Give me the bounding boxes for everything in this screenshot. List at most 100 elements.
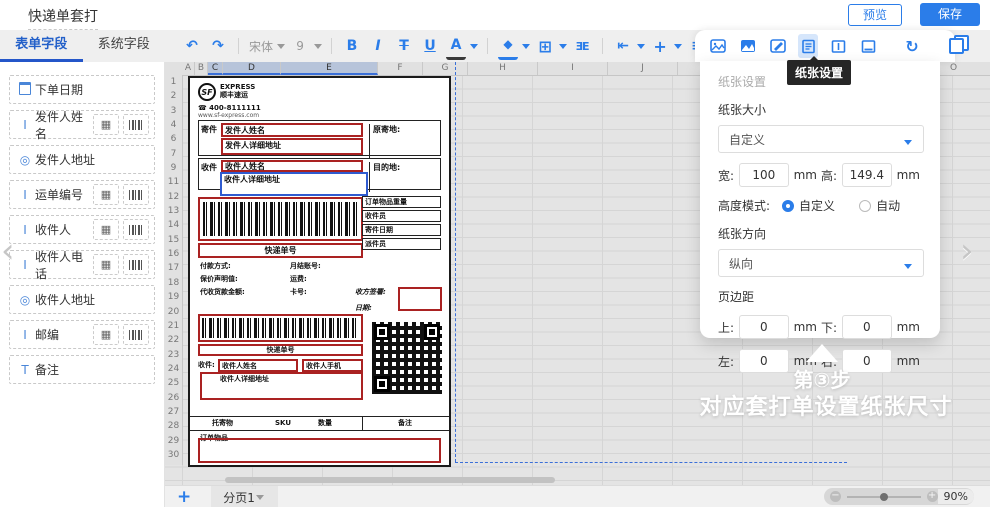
- chevron-down-icon[interactable]: [522, 44, 530, 53]
- receiver-name-field[interactable]: 收件人姓名: [221, 160, 363, 172]
- expand-panel-chevron[interactable]: ›: [960, 236, 974, 266]
- receiver-phone-field[interactable]: 收件人手机: [302, 359, 363, 372]
- qr-button[interactable]: ▦: [93, 114, 119, 135]
- column-header[interactable]: B: [195, 62, 208, 75]
- chevron-down-icon[interactable]: [470, 44, 478, 53]
- date-field[interactable]: [398, 287, 442, 311]
- page-tab[interactable]: 分页1: [211, 486, 278, 507]
- page-title[interactable]: 快递单套打: [28, 6, 98, 30]
- split-vertical-icon[interactable]: [828, 34, 848, 58]
- column-header[interactable]: F: [378, 62, 423, 75]
- align-icon[interactable]: ⇤: [613, 34, 633, 58]
- row-number[interactable]: 22: [165, 333, 182, 347]
- bold-icon[interactable]: B: [342, 34, 362, 58]
- row-number[interactable]: 19: [165, 290, 182, 304]
- sender-address-field[interactable]: 发件人详细地址: [221, 138, 363, 155]
- insert-icon[interactable]: +: [650, 34, 670, 58]
- row-number[interactable]: 23: [165, 348, 182, 362]
- barcode-button[interactable]: [123, 114, 149, 135]
- sidebar-item-sender-name[interactable]: I 发件人姓名 ▦: [9, 110, 155, 139]
- column-header[interactable]: G: [423, 62, 468, 75]
- row-number[interactable]: 18: [165, 276, 182, 290]
- barcode-button[interactable]: [123, 184, 149, 205]
- row-number[interactable]: 28: [165, 419, 182, 433]
- copy-icon[interactable]: [946, 34, 966, 58]
- refresh-icon[interactable]: ↻: [902, 34, 922, 58]
- qr-button[interactable]: ▦: [93, 219, 119, 240]
- row-number[interactable]: 21: [165, 319, 182, 333]
- chevron-down-icon[interactable]: [904, 264, 912, 273]
- order-items-field[interactable]: [198, 438, 441, 463]
- sidebar-item-sender-address[interactable]: ◎ 发件人地址: [9, 145, 155, 174]
- row-number[interactable]: 17: [165, 261, 182, 275]
- qr-code[interactable]: [372, 322, 442, 394]
- barcode-button[interactable]: [123, 324, 149, 345]
- row-number[interactable]: 13: [165, 204, 182, 218]
- column-header[interactable]: H: [468, 62, 538, 75]
- radio-auto[interactable]: [859, 200, 871, 212]
- column-header[interactable]: D: [223, 62, 281, 75]
- row-number[interactable]: 3: [165, 104, 182, 118]
- barcode-button[interactable]: [123, 219, 149, 240]
- save-button[interactable]: 保存: [920, 3, 980, 26]
- row-number[interactable]: 6: [165, 132, 182, 146]
- row-number[interactable]: 4: [165, 118, 182, 132]
- image-fill-icon[interactable]: [738, 34, 758, 58]
- row-number[interactable]: 9: [165, 161, 182, 175]
- split-bottom-icon[interactable]: [858, 34, 878, 58]
- sidebar-item-waybill-no[interactable]: I 运单编号 ▦: [9, 180, 155, 209]
- image-icon[interactable]: [708, 34, 728, 58]
- row-number[interactable]: 29: [165, 434, 182, 448]
- column-header[interactable]: I: [538, 62, 608, 75]
- preview-button[interactable]: 预览: [848, 4, 902, 26]
- row-number[interactable]: 12: [165, 190, 182, 204]
- chevron-down-icon[interactable]: [674, 44, 682, 53]
- row-number[interactable]: 16: [165, 247, 182, 261]
- borders-icon[interactable]: ⊞: [535, 34, 555, 58]
- qr-button[interactable]: ▦: [93, 324, 119, 345]
- image-edit-icon[interactable]: [768, 34, 788, 58]
- paper-size-select[interactable]: 自定义: [718, 125, 924, 153]
- orientation-select[interactable]: 纵向: [718, 249, 924, 277]
- radio-custom-label[interactable]: 自定义: [799, 197, 835, 214]
- column-header[interactable]: J: [608, 62, 678, 75]
- row-number[interactable]: 25: [165, 376, 182, 390]
- chevron-down-icon[interactable]: [559, 44, 567, 53]
- underline-icon[interactable]: U: [420, 34, 440, 58]
- redo-icon[interactable]: ↷: [208, 34, 228, 58]
- chevron-down-icon[interactable]: [277, 44, 285, 53]
- waybill-label-field[interactable]: 快递单号: [198, 344, 363, 356]
- font-color-icon[interactable]: A: [446, 33, 466, 60]
- receiver-name-field[interactable]: 收件人姓名: [218, 359, 298, 372]
- barcode-field[interactable]: [198, 197, 363, 241]
- row-number[interactable]: 11: [165, 175, 182, 189]
- column-header[interactable]: O: [950, 62, 957, 75]
- fill-color-icon[interactable]: ◆: [498, 33, 518, 60]
- row-number[interactable]: 26: [165, 391, 182, 405]
- receiver-address-field[interactable]: 收件人详细地址: [200, 372, 363, 400]
- undo-icon[interactable]: ↶: [182, 34, 202, 58]
- margin-bottom-input[interactable]: 0: [842, 315, 892, 339]
- barcode-field[interactable]: [198, 314, 363, 342]
- sidebar-item-order-date[interactable]: 下单日期: [9, 75, 155, 104]
- zoom-out-button[interactable]: −: [830, 491, 841, 502]
- chevron-down-icon[interactable]: [314, 44, 322, 53]
- sidebar-item-remark[interactable]: T 备注: [9, 355, 155, 384]
- height-input[interactable]: 149.4: [842, 163, 892, 187]
- radio-custom[interactable]: [782, 200, 794, 212]
- row-number[interactable]: 24: [165, 362, 182, 376]
- column-header[interactable]: A: [182, 62, 195, 75]
- zoom-in-button[interactable]: +: [927, 491, 938, 502]
- barcode-button[interactable]: [123, 254, 149, 275]
- tab-system-fields[interactable]: 系统字段: [83, 30, 166, 62]
- qr-button[interactable]: ▦: [93, 254, 119, 275]
- row-number[interactable]: 20: [165, 305, 182, 319]
- receiver-address-field-selected[interactable]: 收件人详细地址: [220, 172, 368, 196]
- sidebar-item-receiver[interactable]: I 收件人 ▦: [9, 215, 155, 244]
- sender-name-field[interactable]: 发件人姓名: [221, 123, 363, 137]
- column-header[interactable]: E: [281, 62, 378, 75]
- font-size-select[interactable]: 9: [290, 34, 310, 58]
- radio-auto-label[interactable]: 自动: [876, 197, 900, 214]
- zoom-slider[interactable]: [847, 496, 921, 498]
- horizontal-scrollbar[interactable]: [225, 477, 555, 483]
